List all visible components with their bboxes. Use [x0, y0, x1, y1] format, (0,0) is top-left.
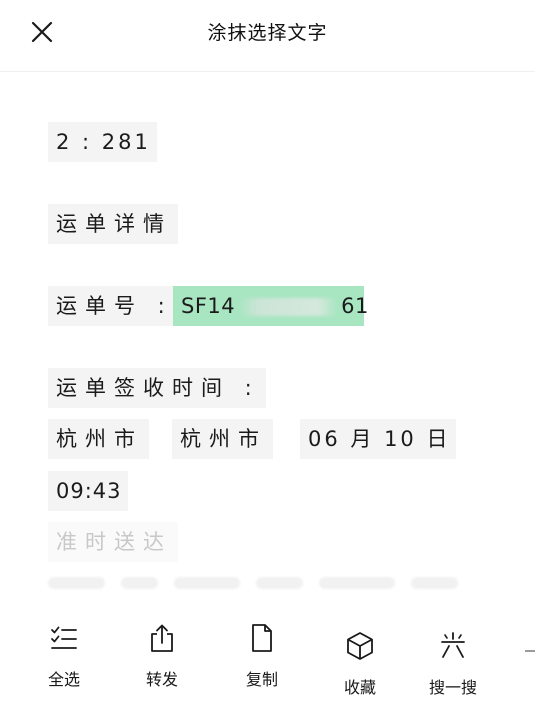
share-button[interactable]: 转发 [122, 622, 202, 690]
text-line-city-2[interactable]: 杭州市 [172, 419, 273, 459]
text-line-date[interactable]: 06 月 10 日 [300, 419, 457, 459]
redacted-blur [238, 298, 339, 316]
copy-button[interactable]: 复制 [222, 622, 302, 690]
select-all-label: 全选 [47, 670, 80, 689]
bottom-toolbar: 全选 转发 复制 收藏 搜一搜 [0, 622, 535, 707]
text-line-waybill-label[interactable]: 运单号 : [48, 286, 179, 326]
text-line-city-1[interactable]: 杭州市 [48, 419, 149, 459]
top-bar: 涂抹选择文字 [0, 0, 535, 72]
select-all-icon [49, 622, 79, 654]
text-line-count[interactable]: 2 : 281 [48, 122, 157, 162]
search-button[interactable]: 搜一搜 [413, 630, 493, 698]
faded-text-line [48, 577, 458, 595]
recognized-text-area[interactable]: 2 : 281 运单详情 运单号 : SF14 61 运单签收时间 : 杭州市 杭… [0, 72, 535, 592]
waybill-number-prefix: SF14 [181, 294, 236, 318]
selected-waybill-number[interactable]: SF14 61 [173, 286, 368, 326]
search-label: 搜一搜 [428, 678, 477, 697]
share-icon [147, 622, 177, 654]
text-line-sign-time-label[interactable]: 运单签收时间 : [48, 368, 266, 408]
page-title: 涂抹选择文字 [207, 22, 328, 44]
favorite-label: 收藏 [343, 678, 376, 697]
share-label: 转发 [145, 670, 178, 689]
copy-label: 复制 [245, 670, 278, 689]
favorite-cube-icon [345, 630, 375, 662]
copy-icon [247, 622, 277, 654]
select-all-button[interactable]: 全选 [24, 622, 104, 690]
search-sparkle-icon [438, 630, 468, 662]
text-line-waybill-details[interactable]: 运单详情 [48, 204, 178, 244]
text-line-time[interactable]: 09:43 [48, 471, 128, 511]
edge-indicator [525, 650, 535, 652]
waybill-number-suffix: 61 [341, 294, 369, 318]
favorite-button[interactable]: 收藏 [320, 630, 400, 698]
text-line-on-time[interactable]: 准时送达 [48, 522, 178, 562]
